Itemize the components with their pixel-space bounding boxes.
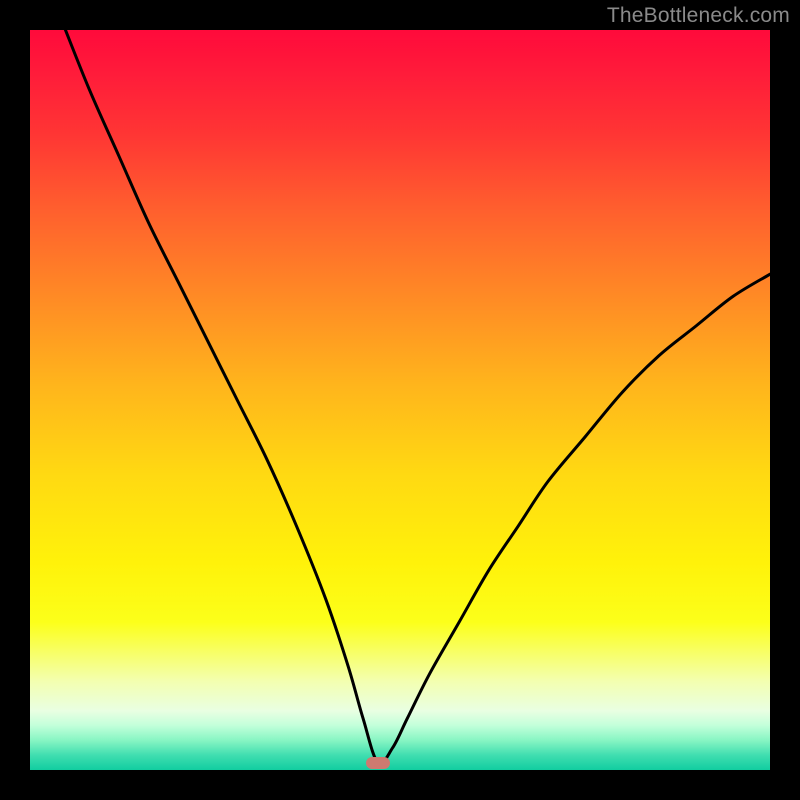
plot-area xyxy=(30,30,770,770)
watermark: TheBottleneck.com xyxy=(607,4,790,28)
bottleneck-curve xyxy=(30,30,770,770)
chart-frame: TheBottleneck.com xyxy=(0,0,800,800)
optimum-marker xyxy=(366,757,390,769)
